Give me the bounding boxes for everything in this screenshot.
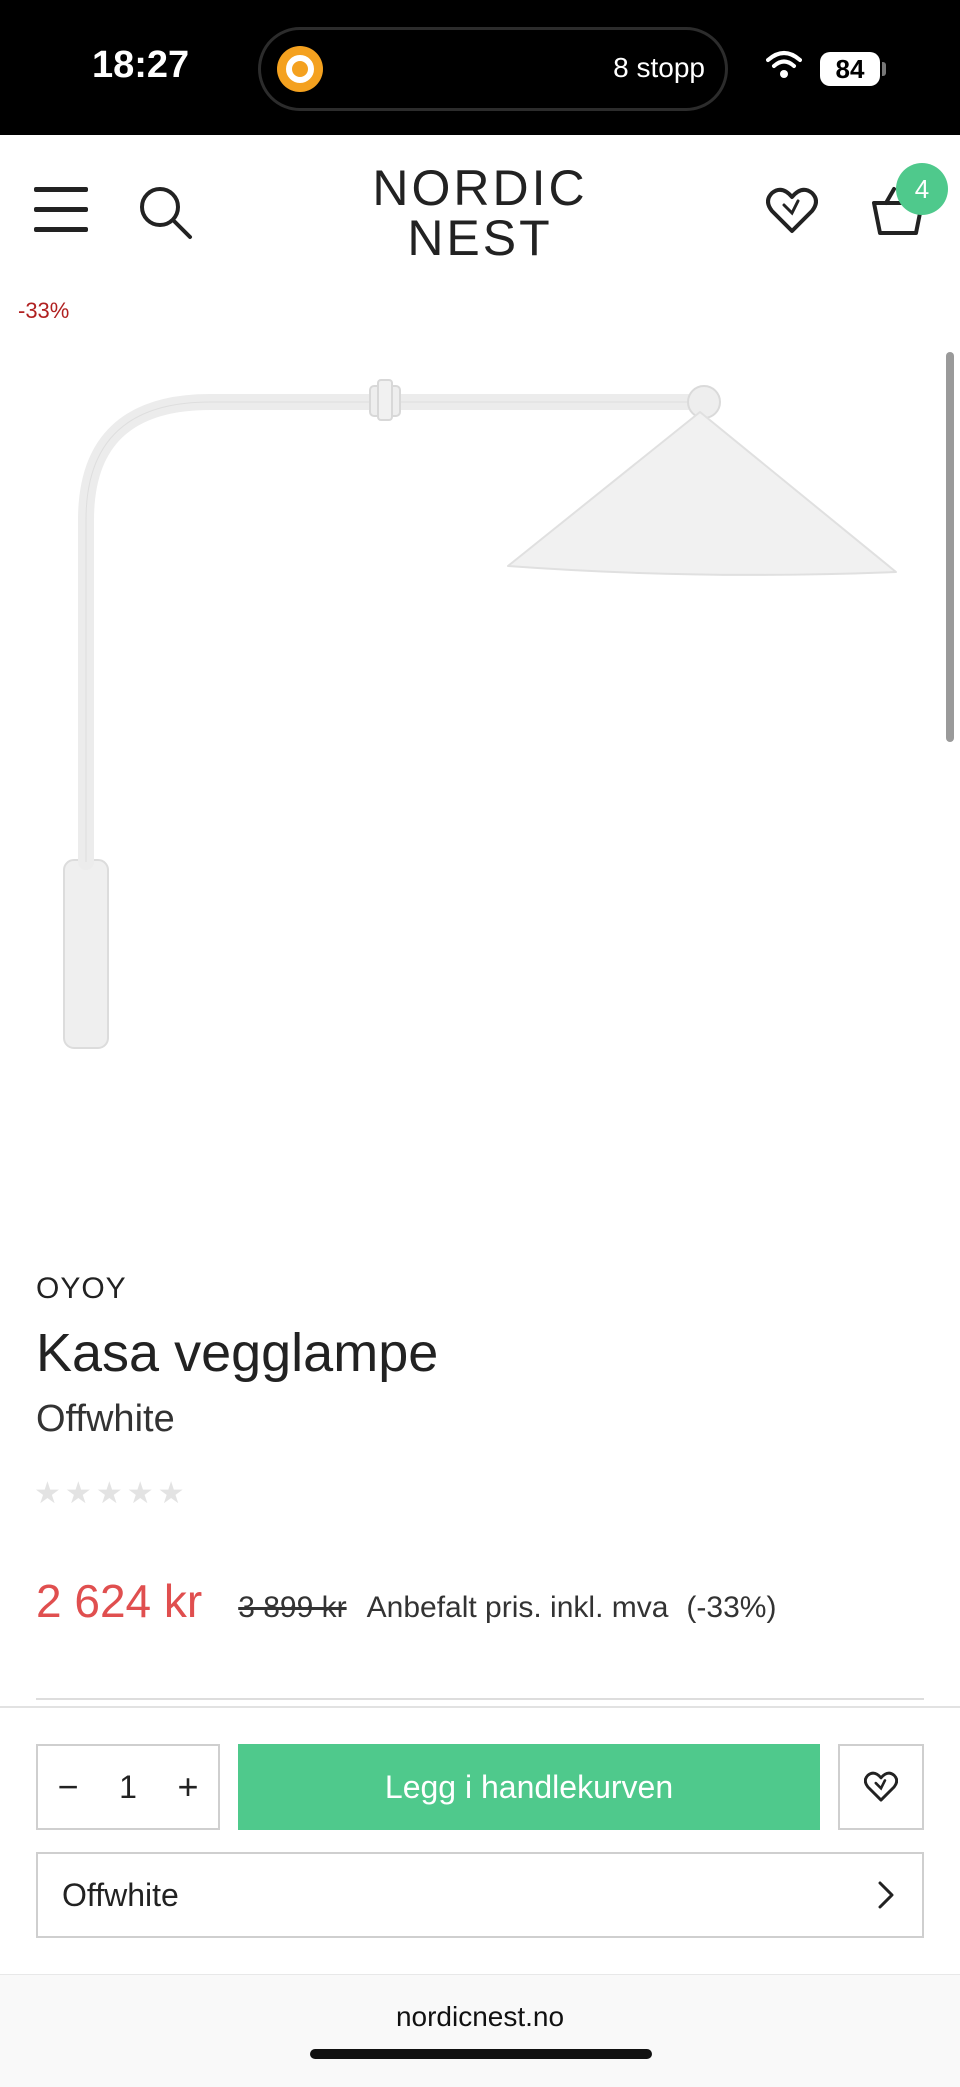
- current-price: 2 624 kr: [36, 1575, 203, 1627]
- discount-percent: (-33%): [686, 1591, 777, 1624]
- dynamic-island[interactable]: 8 stopp: [258, 27, 728, 111]
- add-to-wishlist-button[interactable]: [838, 1744, 924, 1830]
- url-bar[interactable]: nordicnest.no: [0, 2001, 960, 2033]
- logo-line-1: NORDIC: [372, 160, 588, 216]
- wishlist-heart-icon: [864, 1771, 898, 1802]
- nordic-nest-logo[interactable]: NORDIC NEST: [372, 163, 588, 263]
- navigation-ring-icon: [277, 46, 323, 92]
- wifi-icon: [766, 51, 802, 78]
- star-icon: ★: [126, 1477, 154, 1510]
- decrease-quantity-button[interactable]: −: [38, 1746, 98, 1828]
- cart-count-badge: 4: [896, 163, 948, 215]
- star-icon: ★: [64, 1477, 92, 1510]
- variant-selector[interactable]: Offwhite: [36, 1852, 924, 1938]
- price-row: 2 624 kr 3 899 kr Anbefalt pris. inkl. m…: [36, 1574, 776, 1644]
- menu-icon[interactable]: [34, 187, 88, 233]
- add-to-cart-button[interactable]: Legg i handlekurven: [238, 1744, 820, 1830]
- star-icon: ★: [157, 1477, 185, 1510]
- product-image[interactable]: [0, 340, 960, 1200]
- browser-bar: nordicnest.no: [0, 1974, 960, 2087]
- quantity-stepper: − 1 +: [36, 1744, 220, 1830]
- price-note: Anbefalt pris. inkl. mva: [366, 1591, 669, 1624]
- rating-stars[interactable]: ★ ★ ★ ★ ★: [34, 1476, 185, 1511]
- product-brand[interactable]: OYOY: [36, 1272, 127, 1306]
- battery-level: 84: [820, 52, 880, 86]
- image-scroll-indicator[interactable]: [946, 352, 954, 742]
- original-price: 3 899 kr: [238, 1591, 347, 1624]
- discount-badge: -33%: [18, 298, 70, 323]
- variant-selector-label: Offwhite: [62, 1877, 179, 1913]
- battery-cap: [882, 62, 886, 76]
- quantity-value[interactable]: 1: [98, 1746, 158, 1828]
- site-header: NORDIC NEST 4: [0, 135, 960, 285]
- island-text: 8 stopp: [613, 52, 705, 83]
- product-variant: Offwhite: [36, 1398, 175, 1440]
- star-icon: ★: [34, 1477, 61, 1510]
- home-indicator[interactable]: [310, 2049, 652, 2059]
- star-icon: ★: [95, 1477, 123, 1510]
- wishlist-heart-icon[interactable]: [766, 187, 818, 235]
- logo-line-2: NEST: [407, 210, 553, 266]
- increase-quantity-button[interactable]: +: [158, 1746, 218, 1828]
- divider: [36, 1698, 924, 1700]
- chevron-right-icon: [878, 1881, 894, 1909]
- search-icon[interactable]: [138, 185, 194, 241]
- product-title: Kasa vegglampe: [36, 1323, 439, 1383]
- purchase-panel: − 1 + Legg i handlekurven Offwhite: [0, 1706, 960, 1976]
- status-time: 18:27: [92, 44, 190, 86]
- status-bar: 18:27 8 stopp 84: [0, 0, 960, 135]
